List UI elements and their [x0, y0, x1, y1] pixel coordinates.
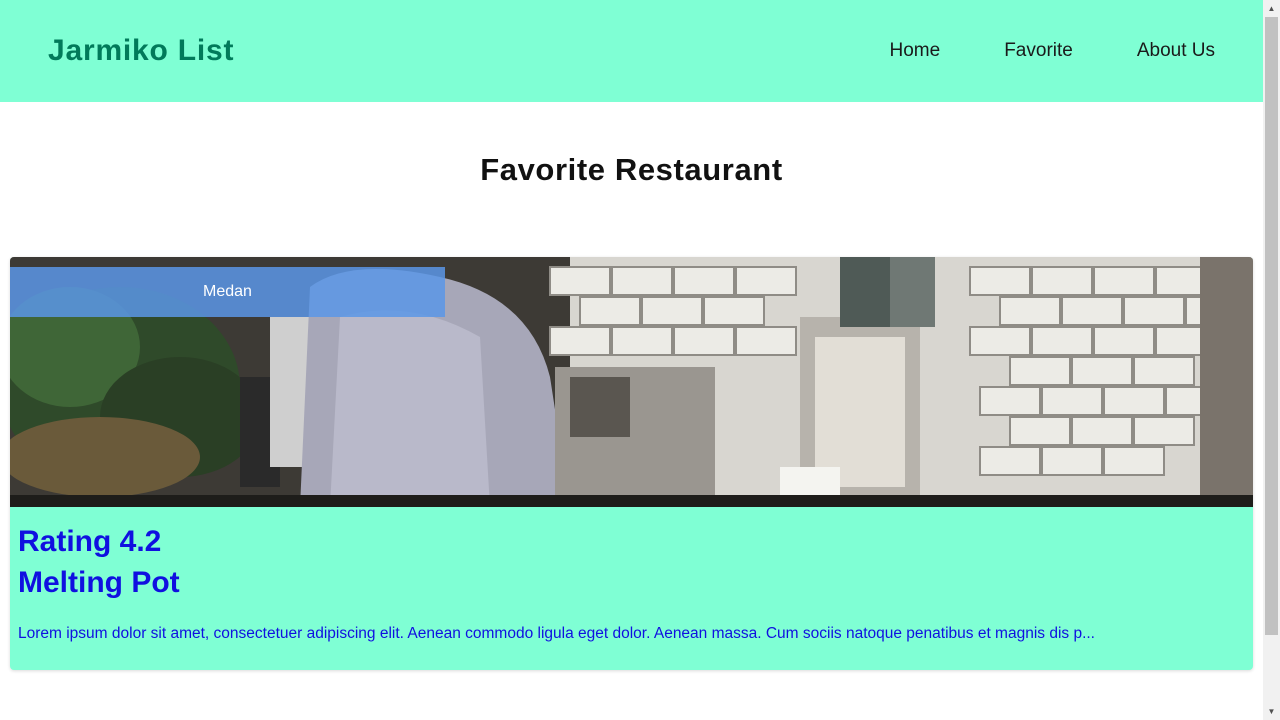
nav-about-us[interactable]: About Us [1137, 40, 1215, 62]
main-nav: Home Favorite About Us [826, 40, 1215, 62]
page-title: Favorite Restaurant [480, 152, 783, 187]
city-badge: Medan [10, 267, 445, 317]
vertical-scrollbar[interactable]: ▲ ▼ [1263, 0, 1280, 720]
restaurant-image[interactable]: Medan [10, 257, 1253, 507]
restaurant-name[interactable]: Melting Pot [18, 562, 1245, 603]
restaurant-description: Lorem ipsum dolor sit amet, consectetuer… [18, 625, 1095, 642]
scroll-down-arrow-icon[interactable]: ▼ [1263, 703, 1280, 720]
restaurant-card[interactable]: Medan Rating 4.2 Melting Pot Lorem ipsum… [10, 257, 1253, 670]
header: Jarmiko List Home Favorite About Us [0, 0, 1263, 102]
nav-home[interactable]: Home [890, 40, 941, 62]
card-body: Rating 4.2 Melting Pot Lorem ipsum dolor… [10, 507, 1253, 643]
restaurant-rating: Rating 4.2 [18, 525, 162, 558]
nav-favorite[interactable]: Favorite [1004, 40, 1073, 62]
scrollbar-thumb[interactable] [1265, 17, 1278, 635]
scroll-up-arrow-icon[interactable]: ▲ [1263, 0, 1280, 17]
page: Jarmiko List Home Favorite About Us Favo… [0, 0, 1263, 720]
brand-logo[interactable]: Jarmiko List [48, 34, 234, 68]
